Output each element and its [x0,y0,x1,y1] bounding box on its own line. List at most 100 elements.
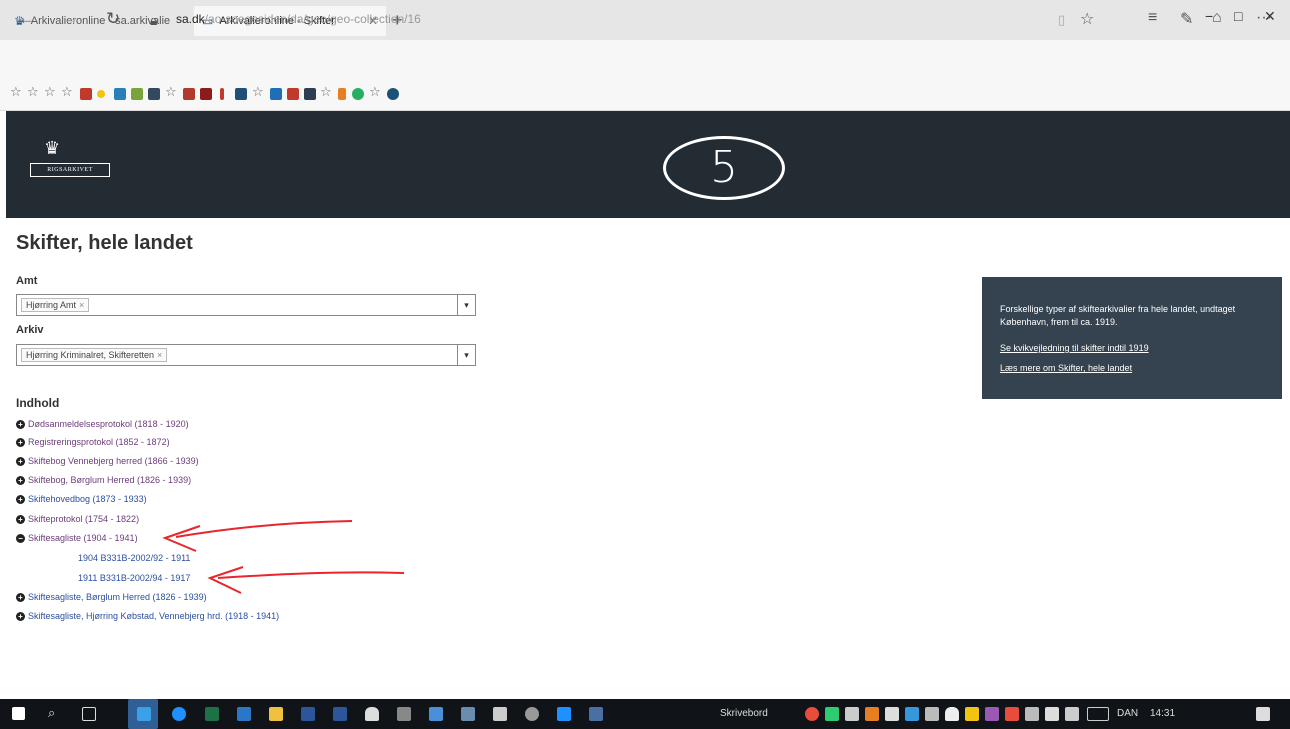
list-item[interactable]: + Skifteprotokol (1754 - 1822) [16,514,139,524]
list-item-label[interactable]: Skiftesagliste (1904 - 1941) [28,533,138,543]
bookmark-icon[interactable] [387,88,399,100]
amt-select[interactable]: Hjørring Amt × ▾ [16,294,476,316]
app-icon[interactable] [525,707,539,721]
bookmark-icon[interactable] [304,88,316,100]
share-icon[interactable]: ⌂ [1212,9,1222,27]
app-icon[interactable] [237,707,251,721]
notification-icon[interactable] [1256,707,1270,721]
keyboard-icon[interactable] [1087,707,1109,721]
site-logo[interactable]: RIGSARKIVET [30,163,110,177]
tray-icon[interactable] [805,707,819,721]
favorite-star-icon[interactable]: ☆ [10,84,22,100]
sub-list-item[interactable]: 1911 B331B-2002/94 - 1917 [78,573,190,583]
list-item[interactable]: + Skiftehovedbog (1873 - 1933) [16,494,147,504]
tray-icon[interactable] [1005,707,1019,721]
image-icon[interactable] [461,707,475,721]
hub-icon[interactable]: ≡ [1148,9,1157,27]
word-icon[interactable] [333,707,347,721]
favorite-star-icon[interactable]: ☆ [61,84,73,100]
expand-icon[interactable]: + [16,456,25,466]
expand-icon[interactable]: + [16,437,25,447]
bookmark-icon[interactable] [352,88,364,100]
list-item[interactable]: + Dødsanmeldelsesprotokol (1818 - 1920) [16,419,189,429]
folder-icon[interactable] [269,707,283,721]
refresh-button[interactable]: ↻ [106,9,120,29]
forward-button[interactable]: → [62,9,79,29]
bookmark-icon[interactable] [338,88,346,100]
sub-list-item[interactable]: 1904 B331B-2002/92 - 1911 [78,553,190,563]
tray-icon[interactable] [825,707,839,721]
word-icon[interactable] [301,707,315,721]
bookmark-icon[interactable] [270,88,282,100]
tray-icon[interactable] [885,707,899,721]
address-bar[interactable]: sa.dk/ao-soegesiden/da/geo/geo-collectio… [176,12,421,26]
bookmark-icon[interactable] [235,88,247,100]
collapse-icon[interactable]: − [16,533,25,543]
app-icon[interactable] [493,707,507,721]
bookmark-icon[interactable] [220,88,224,100]
remove-icon[interactable]: × [157,350,162,360]
back-button[interactable]: ← [18,9,35,29]
list-item-label[interactable]: Skifteprotokol (1754 - 1822) [28,514,139,524]
remove-icon[interactable]: × [79,300,84,310]
volume-icon[interactable] [1065,707,1079,721]
list-item-label[interactable]: Skiftesagliste, Hjørring Købstad, Venneb… [28,611,279,621]
reading-view-icon[interactable]: ▯ [1058,12,1065,28]
list-item[interactable]: + Registreringsprotokol (1852 - 1872) [16,437,170,447]
expand-icon[interactable]: + [16,475,25,485]
edge-icon[interactable] [137,707,151,721]
expand-icon[interactable]: + [16,419,25,429]
list-item-label[interactable]: Dødsanmeldelsesprotokol (1818 - 1920) [28,419,189,429]
favorite-star-icon[interactable]: ☆ [44,84,56,100]
expand-icon[interactable]: + [16,611,25,621]
app-icon[interactable] [589,707,603,721]
bookmark-icon[interactable] [97,90,105,98]
quick-guide-link[interactable]: Se kvikvejledning til skifter indtil 191… [1000,343,1264,353]
bookmark-icon[interactable] [80,88,92,100]
list-item-label[interactable]: Skiftebog, Børglum Herred (1826 - 1939) [28,475,191,485]
language-indicator[interactable]: DAN [1117,708,1138,719]
bookmark-icon[interactable] [131,88,143,100]
clock[interactable]: 14:31 [1150,708,1175,719]
bookmark-icon[interactable] [148,88,160,100]
maximize-button[interactable]: □ [1234,8,1242,24]
list-item[interactable]: + Skiftebog Vennebjerg herred (1866 - 19… [16,456,199,466]
more-icon[interactable]: ··· [1256,9,1272,27]
network-icon[interactable] [1045,707,1059,721]
favorite-star-icon[interactable]: ☆ [369,84,381,100]
list-item-label[interactable]: Skiftebog Vennebjerg herred (1866 - 1939… [28,456,199,466]
bookmark-icon[interactable] [287,88,299,100]
web-note-icon[interactable]: ✎ [1180,9,1193,29]
expand-icon[interactable]: + [16,514,25,524]
app-icon[interactable] [429,707,443,721]
tray-icon[interactable] [845,707,859,721]
chevron-down-icon[interactable]: ▾ [457,345,475,365]
tray-icon[interactable] [985,707,999,721]
app-icon[interactable] [397,707,411,721]
tray-icon[interactable] [865,707,879,721]
list-item-label[interactable]: Skiftehovedbog (1873 - 1933) [28,494,147,504]
amt-chip[interactable]: Hjørring Amt × [21,298,90,312]
list-item[interactable]: + Skiftesagliste, Hjørring Købstad, Venn… [16,611,279,621]
favorite-star-icon[interactable]: ☆ [27,84,39,100]
onedrive-icon[interactable] [945,707,959,721]
arkiv-select[interactable]: Hjørring Kriminalret, Skifteretten × ▾ [16,344,476,366]
app-icon[interactable] [557,707,571,721]
task-view-icon[interactable] [82,707,96,721]
excel-icon[interactable] [205,707,219,721]
tray-icon[interactable] [905,707,919,721]
search-icon[interactable]: ⌕ [48,705,55,721]
tray-icon[interactable] [925,707,939,721]
favorite-star-icon[interactable]: ☆ [1080,9,1094,29]
desktop-toolbar-label[interactable]: Skrivebord [720,708,768,719]
favorite-star-icon[interactable]: ☆ [165,84,177,100]
app-icon[interactable] [172,707,186,721]
chevron-down-icon[interactable]: ▾ [457,295,475,315]
tray-icon[interactable] [965,707,979,721]
windows-start-icon[interactable] [12,707,25,720]
favorite-star-icon[interactable]: ☆ [252,84,264,100]
bookmark-icon[interactable] [114,88,126,100]
arkiv-chip[interactable]: Hjørring Kriminalret, Skifteretten × [21,348,168,362]
bookmark-icon[interactable] [200,88,212,100]
list-item[interactable]: + Skiftesagliste, Børglum Herred (1826 -… [16,592,207,602]
